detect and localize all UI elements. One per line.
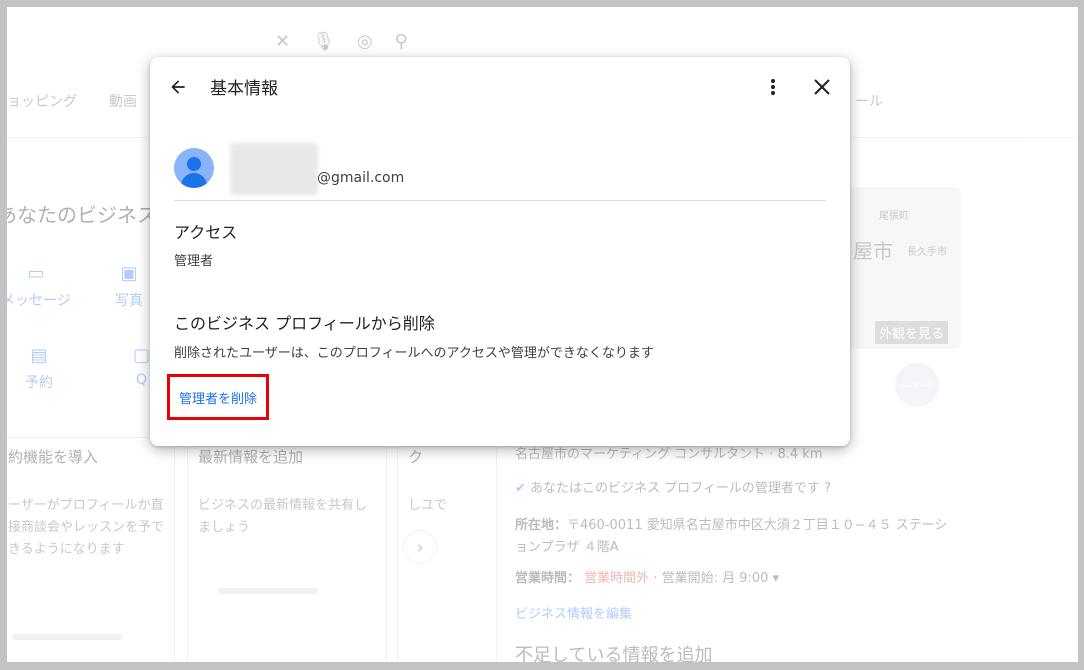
card-title: 約機能を導入	[8, 448, 99, 466]
action-booking[interactable]: ▤ 予約	[25, 345, 53, 392]
card-desc: ビジネスの最新情報を共有しましょう	[198, 498, 368, 535]
address: 〒460-0011 愛知県名古屋市中区大須２丁目１０−４５ ステーションプラザ …	[515, 518, 948, 555]
back-button[interactable]	[164, 73, 192, 101]
card-booking[interactable]: 約機能を導入 ーザーがプロフィールか直接商談会やレッスンを予できるようになります	[7, 437, 175, 662]
verified-icon: ✔	[515, 481, 526, 496]
email-domain: @gmail.com	[317, 170, 405, 186]
more-vert-icon	[771, 79, 775, 95]
remove-description: 削除されたユーザーは、このプロフィールへのアクセスや管理ができなくなります	[174, 346, 654, 361]
screenshot-frame: ✕ 🎙 ◎ ⚲ ョッピング 動画 ール あなたのビジネス ▭ メッセージ ▣ 写…	[7, 7, 1078, 662]
hours-status: 営業時間外	[584, 571, 650, 586]
close-icon	[814, 79, 830, 95]
hours-detail[interactable]: · 営業開始: 月 9:00 ▾	[653, 571, 779, 586]
map-city: 屋市	[853, 239, 893, 263]
card-desc: ーザーがプロフィールか直接商談会やレッスンを予できるようになります	[8, 498, 165, 557]
card-title: 最新情報を追加	[198, 448, 304, 466]
card-updates[interactable]: 最新情報を追加 ビジネスの最新情報を共有しましょう	[187, 437, 387, 662]
action-label: Q	[135, 372, 148, 388]
placeholder-line	[218, 588, 318, 594]
remove-heading: このビジネス プロフィールから削除	[174, 314, 435, 333]
hours-row: 営業時間： 営業時間外 · 営業開始: 月 9:00 ▾	[515, 571, 780, 586]
photo-icon: ▣	[120, 263, 138, 284]
edit-business-link[interactable]: ビジネス情報を編集	[515, 603, 632, 622]
business-logo: ALTENAS	[895, 363, 939, 407]
qa-icon: ▢	[133, 345, 151, 366]
tab-tools[interactable]: ール	[855, 91, 883, 111]
lens-icon[interactable]: ◎	[357, 31, 373, 52]
avatar	[174, 148, 214, 188]
help-icon[interactable]: ?	[824, 481, 831, 496]
access-role: 管理者	[174, 254, 214, 269]
action-photo[interactable]: ▣ 写真	[115, 263, 143, 310]
chevron-right-icon: ›	[416, 536, 424, 558]
search-bar-icons: ✕ 🎙 ◎ ⚲	[275, 31, 408, 52]
action-message[interactable]: ▭ メッセージ	[7, 263, 71, 310]
close-button[interactable]	[808, 73, 836, 101]
mic-icon[interactable]: 🎙	[312, 31, 335, 52]
calendar-icon: ▤	[30, 345, 48, 366]
address-row: 所在地：〒460-0011 愛知県名古屋市中区大須２丁目１０−４５ ステーション…	[515, 518, 948, 555]
business-title: あなたのビジネス	[7, 203, 157, 227]
dialog-header: 基本情報	[150, 57, 850, 113]
card-title: ク	[408, 448, 424, 466]
placeholder-line	[12, 634, 122, 640]
carousel-next-button[interactable]: ›	[403, 530, 437, 564]
message-icon: ▭	[27, 263, 45, 284]
exterior-view-button[interactable]: 外観を見る	[875, 321, 949, 344]
map-label: 長久手市	[907, 247, 947, 258]
search-icon[interactable]: ⚲	[395, 31, 408, 52]
owner-note: ✔ あなたはこのビジネス プロフィールの管理者です ?	[515, 481, 831, 496]
avatar-head	[187, 157, 201, 171]
remove-admin-link[interactable]: 管理者を削除	[179, 388, 257, 407]
card-desc: しユで	[408, 498, 448, 513]
action-qa[interactable]: ▢ Q	[133, 345, 150, 388]
highlight-box: 管理者を削除	[167, 374, 269, 420]
tab-shopping[interactable]: ョッピング	[7, 91, 77, 111]
access-heading: アクセス	[174, 223, 238, 242]
avatar-body	[181, 173, 207, 188]
clear-icon[interactable]: ✕	[275, 31, 290, 52]
action-label: 写真	[115, 293, 143, 309]
arrow-left-icon	[171, 80, 185, 94]
search-tabs: ョッピング 動画 ール	[7, 91, 883, 111]
map-label: 尾張町	[879, 211, 909, 222]
action-label: 予約	[25, 375, 53, 391]
missing-info-heading: 不足している情報を追加	[515, 645, 713, 662]
dialog-title: 基本情報	[210, 79, 278, 99]
more-options-button[interactable]	[762, 73, 784, 101]
action-label: メッセージ	[7, 293, 71, 309]
basic-info-dialog: 基本情報 @gmail.com アクセス 管理者 このビジネス プロフィールから…	[150, 57, 850, 446]
tab-video[interactable]: 動画	[109, 91, 137, 111]
redacted-username	[230, 143, 318, 195]
map-thumbnail[interactable]: 尾張町 長久手市 屋市 外観を見る	[849, 187, 961, 349]
user-divider	[174, 200, 826, 201]
